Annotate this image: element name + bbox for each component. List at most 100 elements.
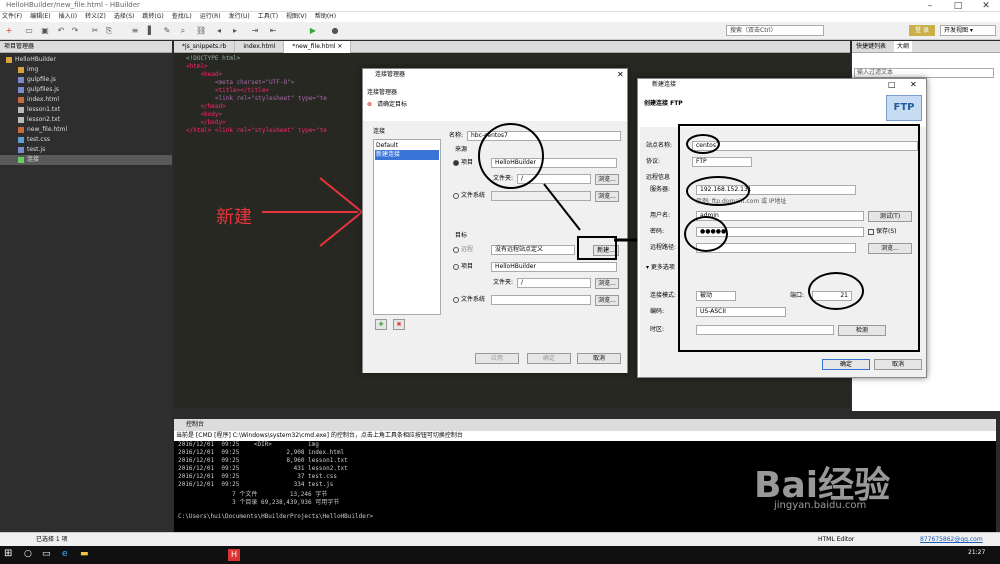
code-line: </body>: [186, 119, 226, 126]
tree-item-label: img: [27, 66, 39, 73]
css-file-icon: [18, 136, 24, 143]
target-folder-input[interactable]: /: [517, 278, 591, 288]
code-line: <title></title>: [186, 87, 270, 94]
console-line: 3 个目录 69,238,439,936 可用字节: [178, 499, 340, 506]
close-icon[interactable]: ✕: [972, 0, 1000, 12]
target-fs-radio[interactable]: 文件系统: [453, 295, 485, 305]
cancel-button[interactable]: 取消: [577, 353, 621, 364]
ftp-cancel-button[interactable]: 取消: [874, 359, 922, 370]
menu-find[interactable]: 查找(L): [172, 12, 192, 22]
menu-escape[interactable]: 转义(Z): [85, 12, 106, 22]
tab-js-snippets[interactable]: *js_snippets.rb: [174, 41, 236, 53]
menu-view[interactable]: 视图(V): [286, 12, 307, 22]
search-input[interactable]: 搜索（双击Ctrl）: [726, 25, 824, 36]
outline-filter-input[interactable]: 输入过滤文本: [854, 68, 994, 78]
maximize-icon[interactable]: □: [888, 80, 896, 90]
source-fs-radio[interactable]: 文件系统: [453, 191, 485, 201]
task-view-icon[interactable]: ▭: [42, 549, 51, 559]
connection-mode-label: 连接模式:: [650, 292, 677, 299]
ok-button[interactable]: 确定: [527, 353, 571, 364]
nav-back-icon[interactable]: ◂: [214, 26, 224, 36]
target-remote-radio[interactable]: 远程: [453, 245, 473, 255]
hbuilder-icon[interactable]: H: [228, 549, 240, 561]
tab-shortcuts[interactable]: 快捷键列表: [856, 41, 886, 52]
menu-publish[interactable]: 发行(U): [229, 12, 250, 22]
tree-item-img[interactable]: img: [0, 65, 172, 75]
new-icon[interactable]: +: [4, 26, 14, 36]
tree-item-gulpfile[interactable]: gulpfile.js: [0, 75, 172, 85]
indent-icon[interactable]: ⇥: [250, 26, 260, 36]
window-title: HelloHBuilder/new_file.html - HBuilder: [6, 1, 140, 9]
browser-icon[interactable]: e: [62, 549, 68, 559]
remote-path-label: 远程路径:: [650, 244, 677, 251]
apply-button[interactable]: 应用: [475, 353, 519, 364]
source-project-radio[interactable]: 项目: [453, 158, 473, 168]
target-fs-browse-button[interactable]: 浏览...: [595, 295, 619, 306]
minimize-icon[interactable]: –: [916, 0, 944, 12]
tree-item-lesson1[interactable]: lesson1.txt: [0, 105, 172, 115]
target-browse-button[interactable]: 浏览...: [595, 278, 619, 289]
link-icon: [18, 156, 24, 163]
copy-icon[interactable]: ⎘: [104, 26, 114, 36]
js-file-icon: [18, 86, 24, 93]
target-project-select[interactable]: HelloHBuilder: [491, 262, 617, 272]
tree-item-test-js[interactable]: test.js: [0, 145, 172, 155]
tab-index[interactable]: index.html: [235, 41, 285, 53]
find-icon[interactable]: ⌕: [178, 26, 188, 36]
menu-select[interactable]: 选择(S): [114, 12, 135, 22]
tree-item-lesson2[interactable]: lesson2.txt: [0, 115, 172, 125]
run-icon[interactable]: ▶: [308, 26, 318, 36]
outdent-icon[interactable]: ⇤: [268, 26, 278, 36]
tree-item-project[interactable]: HelloHBuilder: [0, 55, 172, 65]
redo-icon[interactable]: ↷: [70, 26, 80, 36]
menu-edit[interactable]: 编辑(E): [30, 12, 50, 22]
menu-help[interactable]: 帮助(H): [315, 12, 336, 22]
tree-item-new-file[interactable]: new_file.html: [0, 125, 172, 135]
encoding-label: 编码:: [650, 308, 665, 315]
maximize-icon[interactable]: □: [944, 0, 972, 12]
taskbar: ⊞ ○ ▭ e ▬ H 21:27: [0, 546, 1000, 564]
nav-forward-icon[interactable]: ▸: [230, 26, 240, 36]
windows-start-icon[interactable]: ⊞: [4, 548, 12, 559]
list-item[interactable]: 新建连接: [375, 150, 439, 160]
menu-tools[interactable]: 工具(T): [258, 12, 278, 22]
status-user[interactable]: 877675862@qq.com: [920, 533, 983, 547]
site-name-label: 站点名称:: [646, 142, 673, 149]
ftp-ok-button[interactable]: 确定: [822, 359, 870, 370]
explorer-icon[interactable]: ▬: [80, 549, 89, 559]
tree-item-test-css[interactable]: test.css: [0, 135, 172, 145]
menu-file[interactable]: 文件(F): [2, 12, 22, 22]
menu-insert[interactable]: 插入(I): [59, 12, 77, 22]
bookmark-icon[interactable]: ▌: [146, 26, 156, 36]
code-line: <!DOCTYPE html>: [186, 55, 241, 62]
format-icon[interactable]: ≡: [130, 26, 140, 36]
save-icon[interactable]: ▭: [24, 26, 34, 36]
save-all-icon[interactable]: ▣: [40, 26, 50, 36]
browser-icon[interactable]: ●: [330, 26, 340, 36]
console-line: C:\Users\hui\Documents\HBuilderProjects\…: [178, 513, 374, 520]
menu-goto[interactable]: 跳转(G): [142, 12, 163, 22]
remove-connection-icon[interactable]: ✖: [393, 319, 405, 330]
search-icon[interactable]: ○: [24, 549, 32, 559]
tab-new-file[interactable]: *new_file.html ✕: [284, 41, 352, 53]
tree-item-gulpfiles[interactable]: gulpfiles.js: [0, 85, 172, 95]
tab-outline[interactable]: 大纲: [894, 41, 913, 52]
radio-label: 项目: [461, 263, 474, 270]
tree-item-index[interactable]: index.html: [0, 95, 172, 105]
link-icon[interactable]: ⛓: [196, 26, 206, 36]
tab-label: index.html: [243, 43, 276, 50]
login-button[interactable]: 登 录: [909, 25, 935, 36]
target-project-radio[interactable]: 项目: [453, 262, 473, 272]
close-icon[interactable]: ✕: [910, 80, 917, 90]
undo-icon[interactable]: ↶: [56, 26, 66, 36]
close-icon[interactable]: ✕: [617, 70, 624, 80]
tree-item-connection[interactable]: 连接: [0, 155, 172, 165]
target-fs-input[interactable]: [491, 295, 591, 305]
comment-icon[interactable]: ✎: [162, 26, 172, 36]
menu-run[interactable]: 运行(R): [200, 12, 221, 22]
cut-icon[interactable]: ✂: [90, 26, 100, 36]
view-mode-select[interactable]: 开发视图 ▾: [940, 25, 996, 36]
more-options-toggle[interactable]: ▾ 更多选项: [646, 263, 675, 273]
add-connection-icon[interactable]: ✚: [375, 319, 387, 330]
code-line: <head>: [186, 71, 223, 78]
